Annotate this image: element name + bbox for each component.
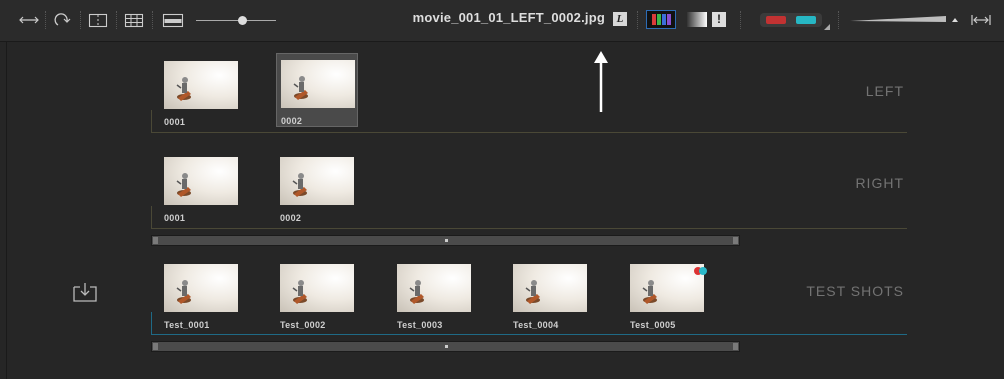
thumbnail-image xyxy=(280,264,354,312)
gradient-icon[interactable] xyxy=(687,12,707,27)
swap-horizontal-icon[interactable] xyxy=(18,12,40,28)
thumbnail-label: 0002 xyxy=(280,213,302,223)
thumbnail-image xyxy=(281,60,355,108)
row-divider xyxy=(151,312,152,334)
dropdown-corner-icon[interactable] xyxy=(824,24,830,30)
thumbnail-label: Test_0004 xyxy=(513,320,559,330)
figurine-image xyxy=(525,280,540,304)
thumbnail[interactable]: Test_0002 xyxy=(276,258,358,332)
thumbnail-label: 0001 xyxy=(164,213,186,223)
row-label-left: LEFT xyxy=(865,83,904,99)
row-divider xyxy=(151,334,907,335)
figurine-image xyxy=(642,280,657,304)
toolbar-separator xyxy=(637,11,638,29)
zoom-icon[interactable] xyxy=(850,12,960,28)
import-icon[interactable] xyxy=(72,281,98,303)
thumbnail[interactable]: Test_0004 xyxy=(509,258,591,332)
figurine-image xyxy=(293,76,308,100)
thumbnail-image xyxy=(397,264,471,312)
grid-view-icon[interactable] xyxy=(124,12,144,28)
thumbnail-size-slider-knob[interactable] xyxy=(238,16,247,25)
thumbnail-image xyxy=(280,157,354,205)
filmstrip-icon[interactable] xyxy=(162,12,184,28)
thumbnail-label: Test_0002 xyxy=(280,320,326,330)
toolbar-separator xyxy=(152,11,153,29)
toolbar-separator xyxy=(740,11,741,29)
left-eye-indicator-button[interactable]: L xyxy=(613,12,627,26)
figurine-image xyxy=(292,280,307,304)
figurine-image xyxy=(409,280,424,304)
toolbar-separator xyxy=(80,11,81,29)
figurine-image xyxy=(176,77,191,101)
toolbar-separator xyxy=(116,11,117,29)
row-divider xyxy=(151,110,152,132)
thumbnail-selected[interactable]: 0002 xyxy=(276,53,358,127)
color-channels-icon[interactable] xyxy=(646,10,676,29)
thumbnail-label: Test_0005 xyxy=(630,320,676,330)
rotate-icon[interactable] xyxy=(52,12,72,28)
row-label-test-shots: TEST SHOTS xyxy=(806,283,904,299)
anaglyph-glasses-icon[interactable] xyxy=(760,13,822,27)
thumbnail[interactable]: 0001 xyxy=(160,151,242,225)
current-filename: movie_001_01_LEFT_0002.jpg xyxy=(412,10,605,25)
row-divider xyxy=(151,132,907,133)
thumbnail-label: Test_0001 xyxy=(164,320,210,330)
thumbnail-label: 0001 xyxy=(164,117,186,127)
toolbar: movie_001_01_LEFT_0002.jpg L ! xyxy=(0,0,1004,42)
horizontal-scrollbar[interactable] xyxy=(151,235,740,246)
app-window: movie_001_01_LEFT_0002.jpg L ! LEFT 0001… xyxy=(0,0,1004,379)
figurine-image xyxy=(292,173,307,197)
figurine-image xyxy=(176,173,191,197)
thumbnail[interactable]: Test_0005 xyxy=(626,258,708,332)
thumbnail[interactable]: 0001 xyxy=(160,55,242,129)
thumbnail[interactable]: 0002 xyxy=(276,151,358,225)
single-view-icon[interactable] xyxy=(88,12,108,28)
thumbnail-image xyxy=(164,157,238,205)
thumbnail-label: Test_0003 xyxy=(397,320,443,330)
thumbnail[interactable]: Test_0003 xyxy=(393,258,475,332)
thumbnail-image xyxy=(630,264,704,312)
figurine-image xyxy=(176,280,191,304)
toolbar-separator xyxy=(45,11,46,29)
fit-width-icon[interactable] xyxy=(970,12,992,28)
thumbnail-image xyxy=(513,264,587,312)
window-edge xyxy=(6,42,7,379)
row-divider xyxy=(151,206,152,228)
row-label-right: RIGHT xyxy=(855,175,904,191)
thumbnail-image xyxy=(164,264,238,312)
thumbnail-label: 0002 xyxy=(281,116,303,126)
horizontal-scrollbar[interactable] xyxy=(151,341,740,352)
exposure-warning-icon[interactable]: ! xyxy=(712,12,726,27)
toolbar-separator xyxy=(838,11,839,29)
annotation-arrow xyxy=(594,51,608,112)
row-divider xyxy=(151,228,907,229)
thumbnail[interactable]: Test_0001 xyxy=(160,258,242,332)
thumbnail-image xyxy=(164,61,238,109)
stereo-badge-cyan-icon xyxy=(699,267,707,275)
thumbnail-size-slider[interactable] xyxy=(196,20,276,21)
